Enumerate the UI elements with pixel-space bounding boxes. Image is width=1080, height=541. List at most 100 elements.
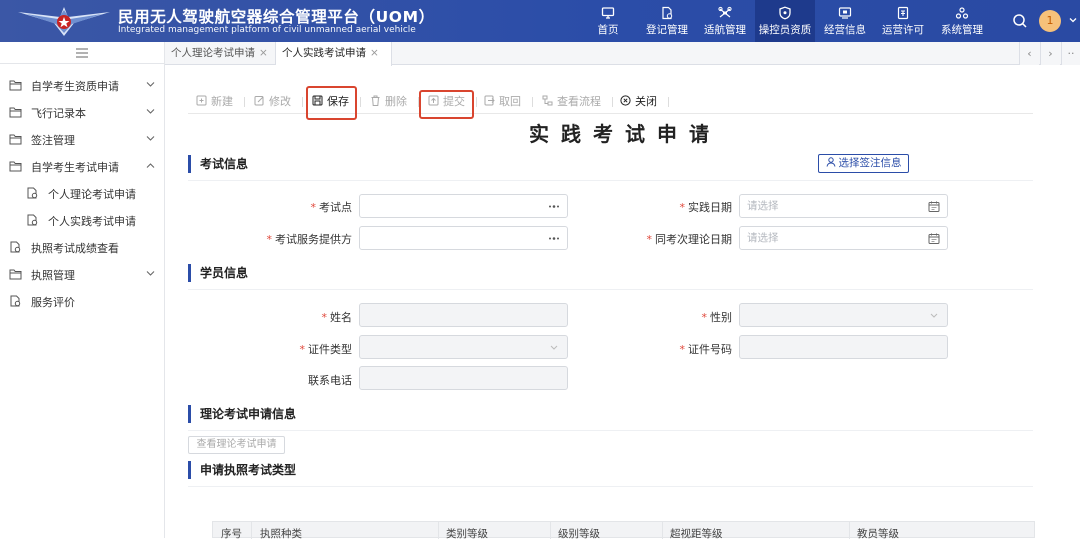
nav-airworthiness[interactable]: 适航管理 [700,0,750,42]
sidebar-item-flight-log[interactable]: 飞行记录本 [0,99,165,126]
required-mark: * [299,343,306,356]
toolbar-divider [476,97,477,107]
tab-theory-exam[interactable]: 个人理论考试申请 × [165,42,276,65]
nav-system-management[interactable]: 系统管理 [936,0,988,42]
select-endorsement-button[interactable]: 选择签注信息 [818,154,909,173]
save-highlight-box [306,86,357,120]
chevron-down-icon [146,271,155,276]
sidebar-item-label: 个人理论考试申请 [48,188,136,201]
nav-operating-license[interactable]: 运营许可 [878,0,928,42]
sidebar-item-practice-exam[interactable]: 个人实践考试申请 [0,207,165,234]
section-divider [188,180,1033,181]
section-divider [188,430,1033,431]
avatar[interactable]: 1 [1039,10,1061,32]
close-circle-icon [620,95,631,106]
tab-scroll-left-button[interactable]: ‹ [1019,42,1039,65]
nav-label: 系统管理 [941,24,983,36]
delete-label: 删除 [385,95,407,108]
theory-date-label: * 同考次理论日期 [612,231,733,247]
id-number-field[interactable] [739,335,948,359]
monitor-icon [601,7,615,19]
menu-icon [76,48,88,58]
recall-button[interactable]: 取回 [484,92,521,112]
close-label: 关闭 [635,95,657,108]
delete-button[interactable]: 删除 [370,92,407,112]
chevron-down-icon[interactable] [1068,15,1078,25]
id-type-label: * 证件类型 [232,341,353,357]
exam-site-picker[interactable] [359,194,568,218]
sidebar-item-theory-exam[interactable]: 个人理论考试申请 [0,180,165,207]
gender-label-text: 性别 [710,311,732,324]
nav-label: 经营信息 [824,24,866,36]
folder-icon [9,269,22,280]
tab-practice-exam[interactable]: 个人实践考试申请 × [276,42,392,66]
close-button[interactable]: 关闭 [620,92,657,112]
theory-date-label-text: 同考次理论日期 [655,233,732,246]
user-icon [826,157,835,167]
practice-date-label-text: 实践日期 [688,201,732,214]
tab-scroll-right-button[interactable]: › [1040,42,1060,65]
phone-label: 联系电话 [232,372,352,388]
sidebar-item-endorsement[interactable]: 签注管理 [0,126,165,153]
theory-date-picker[interactable]: 请选择 [739,226,948,250]
sidebar-item-label: 签注管理 [31,134,75,147]
sidebar: 自学考生资质申请 飞行记录本 签注管理 自学考生考试申请 个人理论考试申请 个人… [0,42,165,538]
column-divider [849,522,850,539]
name-field[interactable] [359,303,568,327]
sidebar-item-label: 飞行记录本 [31,107,86,120]
tab-label: 个人理论考试申请 [171,47,255,59]
sidebar-collapse-button[interactable] [0,42,165,64]
new-doc-icon [196,95,207,106]
sidebar-item-self-study-qualification[interactable]: 自学考生资质申请 [0,72,165,99]
folder-icon [9,134,22,145]
gender-select[interactable] [739,303,948,327]
nav-operator-qualification[interactable]: 操控员资质 [755,0,815,42]
provider-picker[interactable] [359,226,568,250]
column-divider [662,522,663,539]
nav-label: 适航管理 [704,24,746,36]
top-header: 民用无人驾驶航空器综合管理平台（UOM） Integrated manageme… [0,0,1080,42]
nav-business-info[interactable]: 经营信息 [820,0,870,42]
chevron-down-icon [146,136,155,141]
folder-icon [9,107,22,118]
toolbar-divider [360,97,361,107]
select-endorsement-label: 选择签注信息 [838,157,902,169]
new-button[interactable]: 新建 [196,92,233,112]
app-subtitle: Integrated management platform of civil … [118,25,416,35]
nav-home[interactable]: 首页 [590,0,626,42]
view-theory-application-button[interactable]: 查看理论考试申请 [188,436,285,454]
practice-date-picker[interactable]: 请选择 [739,194,948,218]
sidebar-item-exam-scores[interactable]: 执照考试成绩查看 [0,234,165,261]
toolbar-divider [532,97,533,107]
nav-label: 操控员资质 [758,24,812,36]
sidebar-item-self-study-exam[interactable]: 自学考生考试申请 [0,153,165,180]
column-divider [251,522,252,539]
sidebar-item-service-review[interactable]: 服务评价 [0,288,165,315]
close-icon[interactable]: × [259,47,268,59]
sidebar-item-license-management[interactable]: 执照管理 [0,261,165,288]
trash-icon [371,95,380,106]
edit-button[interactable]: 修改 [254,92,291,112]
exam-site-label: * 考试点 [232,199,353,215]
provider-label: * 考试服务提供方 [232,231,353,247]
license-icon [897,6,909,20]
id-type-select[interactable] [359,335,568,359]
tab-more-button[interactable]: ·· [1061,42,1080,65]
nav-label: 登记管理 [646,24,688,36]
view-flow-button[interactable]: 查看流程 [542,92,601,112]
folder-open-icon [9,161,22,172]
close-icon[interactable]: × [370,47,379,59]
search-icon[interactable] [1012,13,1028,29]
practice-date-placeholder: 请选择 [747,200,779,212]
required-mark: * [679,343,686,356]
nav-label: 运营许可 [882,24,924,36]
system-icon [955,7,969,19]
nav-registration[interactable]: 登记管理 [642,0,692,42]
doc-search-icon [10,295,21,307]
recall-label: 取回 [499,95,521,108]
gender-label: * 性别 [612,309,733,325]
phone-field[interactable] [359,366,568,390]
section-license-type: 申请执照考试类型 [188,461,296,479]
recall-icon [484,95,495,106]
page-title: 实践考试申请 [529,122,721,146]
